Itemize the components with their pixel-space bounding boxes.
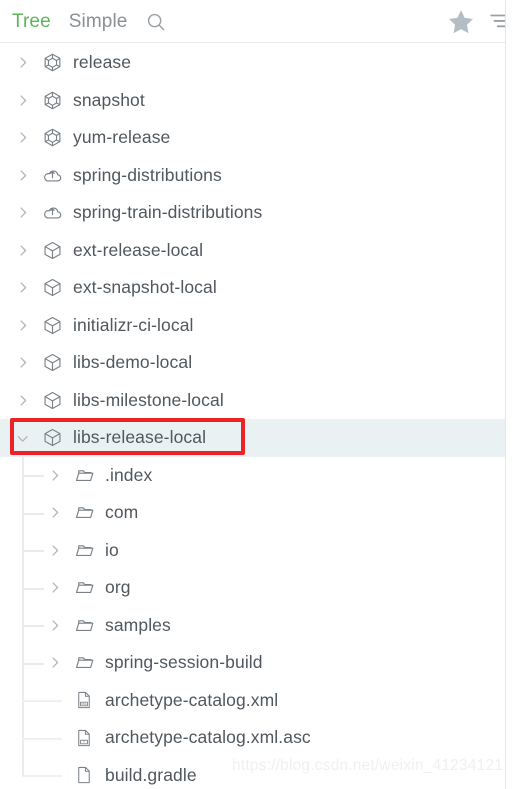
tree-node-snapshot[interactable]: snapshot	[0, 82, 505, 120]
star-icon[interactable]	[446, 7, 476, 37]
tree-guide-horizontal	[22, 700, 62, 703]
repository-browser-panel: Tree Simple release snapshot yum-release…	[0, 0, 506, 789]
tab-tree[interactable]: Tree	[12, 12, 51, 31]
chevron-right-icon[interactable]	[45, 654, 63, 672]
tree-node-libs-milestone-local[interactable]: libs-milestone-local	[0, 382, 505, 420]
folder-icon	[73, 614, 95, 636]
tree-node-label: libs-demo-local	[73, 352, 193, 373]
tree-guide-vertical	[22, 756, 24, 776]
chevron-right-icon[interactable]	[45, 616, 63, 634]
tree-node-io[interactable]: io	[0, 531, 505, 569]
tree-node-label: initializr-ci-local	[73, 314, 194, 335]
distribution-repository-icon	[41, 164, 63, 186]
search-icon[interactable]	[145, 11, 167, 33]
tree-node-label: samples	[105, 614, 171, 635]
repository-tree: release snapshot yum-release spring-distrib…	[0, 43, 505, 789]
tree-node--index[interactable]: .index	[0, 456, 505, 494]
xml-file-icon: XML	[73, 689, 95, 711]
local-repository-icon	[41, 314, 63, 336]
chevron-right-icon[interactable]	[13, 279, 31, 297]
browser-header: Tree Simple	[0, 0, 505, 43]
tree-guide-horizontal	[22, 475, 44, 478]
tree-node-label: com	[105, 502, 139, 523]
tree-guide-horizontal	[22, 775, 62, 778]
tree-node-initializr-ci-local[interactable]: initializr-ci-local	[0, 307, 505, 345]
tree-node-label: yum-release	[73, 127, 171, 148]
folder-icon	[73, 652, 95, 674]
svg-text:XML: XML	[81, 702, 87, 706]
chevron-right-icon[interactable]	[13, 241, 31, 259]
text-file-icon: T	[73, 727, 95, 749]
tree-guide-horizontal	[22, 625, 44, 628]
tree-guide-horizontal	[22, 737, 62, 740]
tree-node-label: spring-session-build	[105, 652, 263, 673]
tree-node-label: org	[105, 577, 131, 598]
distribution-repository-icon	[41, 202, 63, 224]
chevron-right-icon[interactable]	[13, 391, 31, 409]
folder-icon	[73, 539, 95, 561]
local-repository-icon	[41, 239, 63, 261]
remote-repository-icon	[41, 52, 63, 74]
tree-node-libs-release-local[interactable]: libs-release-local	[0, 419, 505, 457]
tree-node-samples[interactable]: samples	[0, 606, 505, 644]
tree-node-label: .index	[105, 464, 153, 485]
generic-file-icon	[73, 764, 95, 786]
chevron-right-icon[interactable]	[13, 91, 31, 109]
tree-node-label: io	[105, 539, 119, 560]
remote-repository-icon	[41, 89, 63, 111]
tree-node-label: snapshot	[73, 89, 145, 110]
tree-guide-horizontal	[22, 662, 44, 665]
tree-node-libs-demo-local[interactable]: libs-demo-local	[0, 344, 505, 382]
folder-icon	[73, 464, 95, 486]
folder-icon	[73, 577, 95, 599]
tree-node-org[interactable]: org	[0, 569, 505, 607]
tree-node-spring-session-build[interactable]: spring-session-build	[0, 644, 505, 682]
tree-guide-horizontal	[22, 550, 44, 553]
chevron-right-icon[interactable]	[13, 129, 31, 147]
tree-node-label: libs-release-local	[73, 427, 207, 448]
tree-node-release[interactable]: release	[0, 44, 505, 82]
local-repository-icon	[41, 277, 63, 299]
tree-node-label: libs-milestone-local	[73, 389, 224, 410]
tree-node-yum-release[interactable]: yum-release	[0, 119, 505, 157]
local-repository-icon	[41, 427, 63, 449]
tree-guide-horizontal	[22, 587, 44, 590]
folder-icon	[73, 502, 95, 524]
tree-guide-horizontal	[22, 512, 44, 515]
tree-node-label: archetype-catalog.xml.asc	[105, 727, 311, 748]
tree-node-spring-distributions[interactable]: spring-distributions	[0, 157, 505, 195]
tree-node-label: spring-distributions	[73, 164, 222, 185]
chevron-right-icon[interactable]	[45, 504, 63, 522]
chevron-right-icon[interactable]	[13, 204, 31, 222]
remote-repository-icon	[41, 127, 63, 149]
chevron-right-icon[interactable]	[45, 541, 63, 559]
tree-node-label: ext-snapshot-local	[73, 277, 217, 298]
tree-node-label: ext-release-local	[73, 239, 204, 260]
tree-node-com[interactable]: com	[0, 494, 505, 532]
filter-icon[interactable]	[488, 9, 505, 35]
tree-node-ext-snapshot-local[interactable]: ext-snapshot-local	[0, 269, 505, 307]
chevron-right-icon[interactable]	[13, 354, 31, 372]
chevron-down-icon[interactable]	[13, 429, 31, 447]
tree-node-label: archetype-catalog.xml	[105, 689, 279, 710]
chevron-right-icon[interactable]	[45, 579, 63, 597]
local-repository-icon	[41, 352, 63, 374]
tree-node-label: spring-train-distributions	[73, 202, 263, 223]
chevron-right-icon[interactable]	[13, 316, 31, 334]
tree-node-build-gradle[interactable]: build.gradle	[0, 756, 505, 789]
tree-node-spring-train-distributions[interactable]: spring-train-distributions	[0, 194, 505, 232]
tree-node-archetype-catalog-xml[interactable]: XML archetype-catalog.xml	[0, 681, 505, 719]
chevron-right-icon[interactable]	[13, 54, 31, 72]
tree-node-label: release	[73, 52, 132, 73]
tab-simple[interactable]: Simple	[69, 12, 128, 31]
tree-node-label: build.gradle	[105, 764, 197, 785]
chevron-right-icon[interactable]	[13, 166, 31, 184]
local-repository-icon	[41, 389, 63, 411]
tree-node-archetype-catalog-xml-asc[interactable]: Tarchetype-catalog.xml.asc	[0, 719, 505, 757]
tree-node-ext-release-local[interactable]: ext-release-local	[0, 232, 505, 270]
chevron-right-icon[interactable]	[45, 466, 63, 484]
header-actions	[446, 0, 505, 43]
